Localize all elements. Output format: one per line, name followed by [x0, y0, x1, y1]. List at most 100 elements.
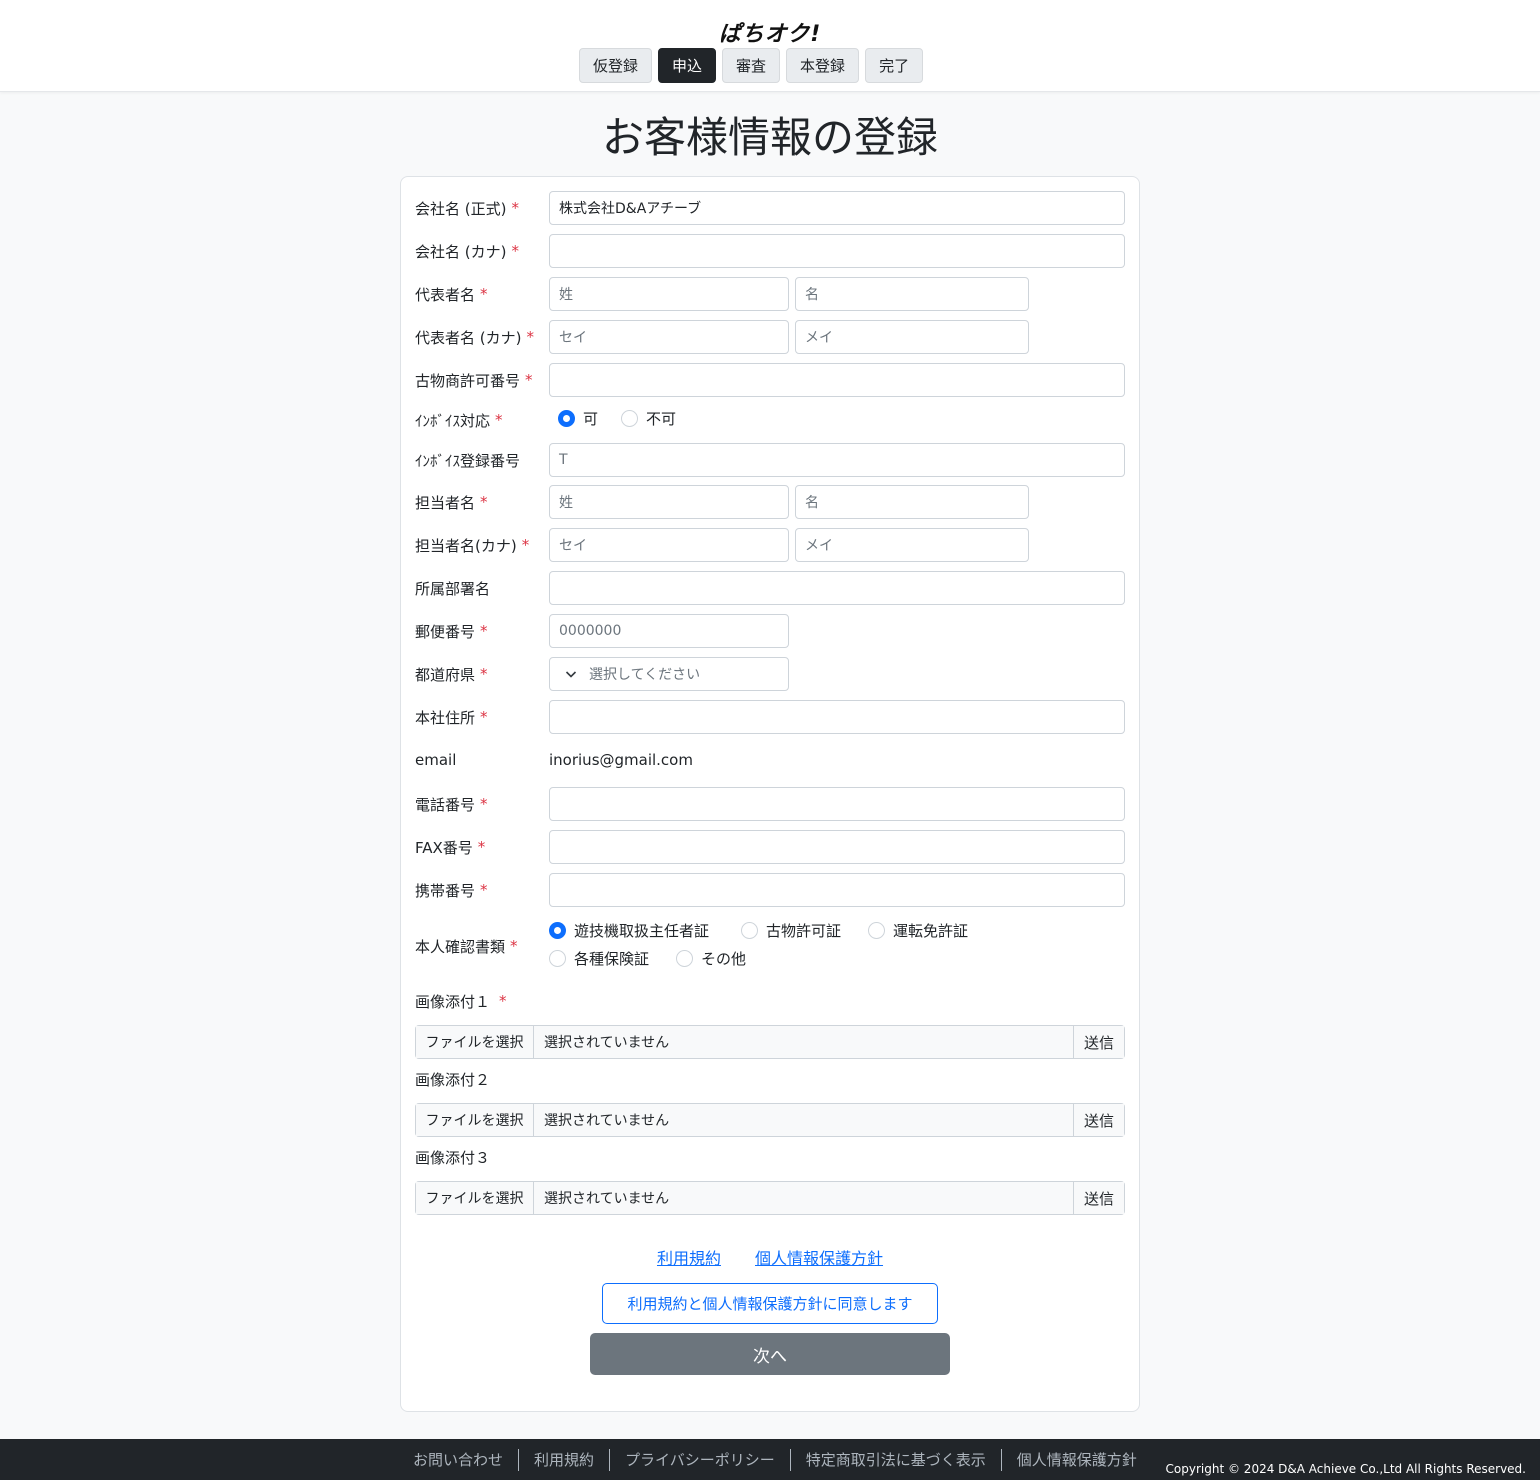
- rep-last-kana-input[interactable]: セイ: [549, 320, 789, 354]
- rep-first-kana-input[interactable]: メイ: [795, 320, 1029, 354]
- invoice-yes-radio[interactable]: 可: [558, 407, 598, 429]
- next-button[interactable]: 次へ: [590, 1333, 950, 1375]
- contact-first-kana-input[interactable]: メイ: [795, 528, 1029, 562]
- radio-label: 可: [583, 409, 599, 428]
- label-text: 担当者名(カナ): [415, 536, 517, 555]
- policy-links: 利用規約 個人情報保護方針: [401, 1245, 1139, 1269]
- site-footer: お問い合わせ 利用規約 プライバシーポリシー 特定商取引法に基づく表示 個人情報…: [0, 1439, 1540, 1480]
- step-review: 審査: [722, 48, 781, 83]
- id-doc-option-3[interactable]: 運転免許証: [868, 919, 968, 941]
- label-text: 携帯番号: [415, 881, 476, 900]
- phone-row: 電話番号 *: [415, 787, 1127, 821]
- rep-kana-label: 代表者名 (カナ) *: [415, 320, 534, 354]
- required-mark: *: [511, 242, 519, 260]
- label-text: 電話番号: [415, 795, 476, 814]
- company-kana-label: 会社名 (カナ) *: [415, 234, 519, 268]
- invoice-row: ｲﾝﾎﾞｲｽ対応 * 可 不可: [415, 403, 1127, 437]
- label-text: 会社名 (正式): [415, 199, 507, 218]
- required-mark: *: [521, 536, 530, 554]
- progress-steps: 仮登録 申込 審査 本登録 完了: [579, 48, 924, 83]
- id-doc-option-1[interactable]: 遊技機取扱主任者証: [549, 919, 709, 941]
- contact-kana-label: 担当者名(カナ) *: [415, 528, 529, 562]
- mobile-row: 携帯番号 *: [415, 873, 1127, 907]
- terms-link[interactable]: 利用規約: [657, 1245, 721, 1269]
- footer-commerce-law-link[interactable]: 特定商取引法に基づく表示: [791, 1448, 1002, 1471]
- radio-unchecked-icon: [741, 921, 758, 939]
- radio-label: 不可: [646, 409, 677, 428]
- postal-input[interactable]: 0000000: [549, 614, 789, 648]
- required-mark: *: [525, 371, 533, 389]
- site-header: ぱちオク! 仮登録 申込 審査 本登録 完了: [0, 0, 1540, 92]
- prefecture-row: 都道府県 * 選択してください: [415, 657, 1127, 691]
- rep-last-name-input[interactable]: 姓: [549, 277, 789, 311]
- email-value: inorius@gmail.com: [549, 751, 693, 769]
- radio-label: 古物許可証: [766, 921, 842, 940]
- antique-license-input[interactable]: [549, 363, 1125, 397]
- label-text: 郵便番号: [415, 622, 476, 641]
- label-text: 画像添付１: [415, 992, 491, 1011]
- contact-first-name-input[interactable]: 名: [795, 485, 1029, 519]
- id-doc-option-5[interactable]: その他: [676, 947, 746, 969]
- fax-input[interactable]: [549, 830, 1125, 864]
- label-text: ｲﾝﾎﾞｲｽ対応: [415, 411, 491, 430]
- send-button[interactable]: 送信: [1073, 1182, 1124, 1214]
- label-text: 担当者名: [415, 493, 476, 512]
- attachment-3-file-input: ファイルを選択 選択されていません 送信: [415, 1181, 1125, 1215]
- required-mark: *: [526, 328, 534, 346]
- company-name-input[interactable]: 株式会社D&Aアチーブ: [549, 191, 1125, 225]
- rep-first-name-input[interactable]: 名: [795, 277, 1029, 311]
- radio-unchecked-icon: [868, 921, 885, 939]
- contact-last-kana-input[interactable]: セイ: [549, 528, 789, 562]
- phone-label: 電話番号 *: [415, 787, 488, 821]
- prefecture-select[interactable]: 選択してください: [549, 657, 789, 691]
- department-input[interactable]: [549, 571, 1125, 605]
- label-text: 代表者名 (カナ): [415, 328, 522, 347]
- mobile-label: 携帯番号 *: [415, 873, 488, 907]
- company-name-label: 会社名 (正式) *: [415, 191, 519, 225]
- required-mark: *: [510, 937, 518, 955]
- site-logo[interactable]: ぱちオク!: [0, 16, 1540, 48]
- step-register: 本登録: [786, 48, 860, 83]
- footer-contact-link[interactable]: お問い合わせ: [398, 1448, 520, 1471]
- address-label: 本社住所 *: [415, 700, 488, 734]
- label-text: FAX番号: [415, 838, 473, 857]
- required-mark: *: [480, 665, 488, 683]
- label-text: 都道府県: [415, 665, 476, 684]
- label-text: 代表者名: [415, 285, 476, 304]
- choose-file-button[interactable]: ファイルを選択: [416, 1182, 534, 1214]
- invoice-label: ｲﾝﾎﾞｲｽ対応 *: [415, 403, 503, 437]
- agree-button[interactable]: 利用規約と個人情報保護方針に同意します: [602, 1283, 938, 1324]
- privacy-link[interactable]: 個人情報保護方針: [755, 1245, 883, 1269]
- company-kana-input[interactable]: [549, 234, 1125, 268]
- registration-form: 会社名 (正式) * 株式会社D&Aアチーブ 会社名 (カナ) * 代表者名 * 姓 …: [400, 176, 1140, 1412]
- department-row: 所属部署名: [415, 571, 1127, 605]
- footer-privacy-policy-link[interactable]: プライバシーポリシー: [610, 1448, 791, 1471]
- radio-checked-icon: [549, 921, 566, 939]
- footer-terms-link[interactable]: 利用規約: [519, 1448, 611, 1471]
- phone-input[interactable]: [549, 787, 1125, 821]
- radio-label: 運転免許証: [893, 921, 969, 940]
- send-button[interactable]: 送信: [1073, 1104, 1124, 1136]
- fax-label: FAX番号 *: [415, 830, 485, 864]
- required-mark: *: [495, 411, 503, 429]
- required-mark: *: [480, 795, 488, 813]
- required-mark: *: [511, 199, 519, 217]
- contact-last-name-input[interactable]: 姓: [549, 485, 789, 519]
- invoice-no-radio[interactable]: 不可: [621, 407, 676, 429]
- invoice-number-input[interactable]: T: [549, 443, 1125, 477]
- file-status: 選択されていません: [544, 1191, 670, 1207]
- footer-personal-info-link[interactable]: 個人情報保護方針: [1002, 1449, 1152, 1471]
- address-input[interactable]: [549, 700, 1125, 734]
- send-button[interactable]: 送信: [1073, 1026, 1124, 1058]
- attachment-1-label: 画像添付１ *: [415, 990, 507, 1012]
- chevron-down-icon: [565, 671, 577, 678]
- required-mark: *: [480, 285, 488, 303]
- choose-file-button[interactable]: ファイルを選択: [416, 1104, 534, 1136]
- id-doc-option-2[interactable]: 古物許可証: [741, 919, 841, 941]
- required-mark: *: [477, 838, 486, 856]
- choose-file-button[interactable]: ファイルを選択: [416, 1026, 534, 1058]
- mobile-input[interactable]: [549, 873, 1125, 907]
- required-mark: *: [480, 493, 488, 511]
- rep-kana-row: 代表者名 (カナ) * セイ メイ: [415, 320, 1127, 354]
- id-doc-option-4[interactable]: 各種保険証: [549, 947, 649, 969]
